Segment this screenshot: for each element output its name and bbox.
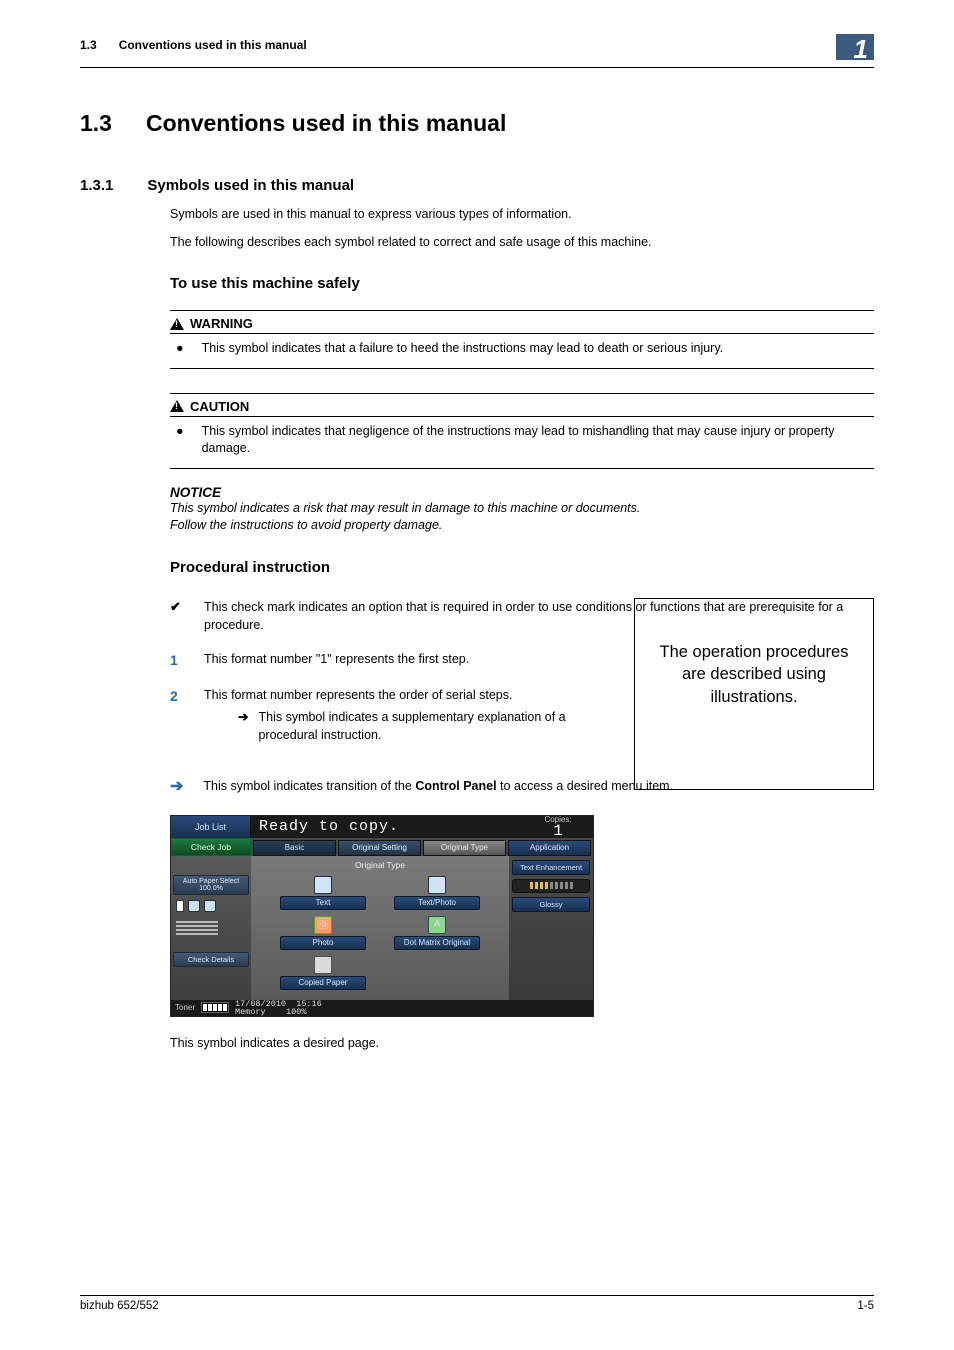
dot-matrix-type-icon: A xyxy=(428,916,446,934)
check-details-button[interactable]: Check Details xyxy=(173,952,249,967)
check-job-button[interactable]: Check Job xyxy=(171,838,251,856)
checkmark-icon: ✔ xyxy=(170,598,184,634)
thumbnail-lines-icon xyxy=(173,917,249,939)
heading-procedural: Procedural instruction xyxy=(170,559,874,576)
running-header-sec: 1.3 xyxy=(80,38,97,52)
running-header-title: Conventions used in this manual xyxy=(119,38,307,52)
subsection-number: 1.3.1 xyxy=(80,177,113,194)
subsection-title: Symbols used in this manual xyxy=(147,177,354,194)
text-type-icon: ≡ xyxy=(314,876,332,894)
section-number: 1.3 xyxy=(80,110,112,137)
sub-arrow-icon: ➔ xyxy=(238,708,248,744)
text-photo-type-icon: ▤ xyxy=(428,876,446,894)
warning-label: WARNING xyxy=(190,316,253,331)
heading-safe-use: To use this machine safely xyxy=(170,275,874,292)
panel-memory-label: Memory xyxy=(235,1007,266,1017)
tab-application[interactable]: Application xyxy=(508,840,591,856)
step-1-text: This format number "1" represents the fi… xyxy=(204,650,469,670)
callout-box: The operation procedures are described u… xyxy=(634,598,874,790)
caution-box: CAUTION ● This symbol indicates that neg… xyxy=(170,393,874,469)
tab-original-setting[interactable]: Original Setting xyxy=(338,840,421,856)
footer-model: bizhub 652/552 xyxy=(80,1300,159,1312)
caution-icon xyxy=(170,400,184,412)
warning-icon xyxy=(170,318,184,330)
status-ready: Ready to copy. xyxy=(251,816,523,838)
toner-gauge-icon xyxy=(201,1002,229,1013)
section-title: Conventions used in this manual xyxy=(146,110,506,137)
bullet-icon: ● xyxy=(176,423,184,458)
warning-box: WARNING ● This symbol indicates that a f… xyxy=(170,310,874,369)
copied-paper-type-icon: ❏ xyxy=(314,956,332,974)
bullet-icon: ● xyxy=(176,340,184,358)
dot-matrix-button[interactable]: Dot Matrix Original xyxy=(394,936,480,950)
text-enhancement-button[interactable]: Text Enhancement xyxy=(512,860,590,875)
tab-basic[interactable]: Basic xyxy=(253,840,336,856)
chapter-tab: 1 xyxy=(836,34,874,60)
callout-text: The operation procedures are described u… xyxy=(657,641,851,708)
job-list-button[interactable]: Job List xyxy=(171,816,251,838)
control-panel-screenshot: Job List Ready to copy. Copies: 1 Check … xyxy=(170,815,594,1017)
tab-original-type[interactable]: Original Type xyxy=(423,840,506,856)
notice-line-1: This symbol indicates a risk that may re… xyxy=(170,500,874,518)
warning-text: This symbol indicates that a failure to … xyxy=(202,340,724,358)
toner-label: Toner xyxy=(175,1003,195,1012)
caution-text: This symbol indicates that negligence of… xyxy=(202,423,874,458)
original-type-header: Original Type xyxy=(355,858,405,876)
enhancement-slider[interactable] xyxy=(512,879,590,893)
notice-line-2: Follow the instructions to avoid propert… xyxy=(170,517,874,535)
intro-para-1: Symbols are used in this manual to expre… xyxy=(170,206,874,224)
step-2-text: This format number represents the order … xyxy=(204,686,584,704)
notice-label: NOTICE xyxy=(170,485,874,500)
photo-type-icon: 🖼 xyxy=(314,916,332,934)
text-button[interactable]: Text xyxy=(280,896,366,910)
auto-paper-select-button[interactable]: Auto Paper Select 100.0% xyxy=(173,875,249,895)
footer-page: 1-5 xyxy=(857,1300,874,1312)
transition-arrow-icon: ➔ xyxy=(170,776,183,798)
step-1-number: 1 xyxy=(170,650,184,670)
copies-value: 1 xyxy=(553,824,563,838)
step-2-subtext: This symbol indicates a supplementary ex… xyxy=(258,708,584,744)
glossy-button[interactable]: Glossy xyxy=(512,897,590,912)
text-photo-button[interactable]: Text/Photo xyxy=(394,896,480,910)
preview-icon xyxy=(204,900,216,912)
intro-para-2: The following describes each symbol rela… xyxy=(170,234,874,252)
preview-icon xyxy=(188,900,200,912)
desired-page-text: This symbol indicates a desired page. xyxy=(170,1035,874,1053)
caution-label: CAUTION xyxy=(190,399,249,414)
doc-icon xyxy=(176,900,184,912)
transition-text: This symbol indicates transition of the … xyxy=(203,778,673,796)
step-2-number: 2 xyxy=(170,686,184,744)
photo-button[interactable]: Photo xyxy=(280,936,366,950)
panel-memory: 100% xyxy=(286,1007,306,1017)
copied-paper-button[interactable]: Copied Paper xyxy=(280,976,366,990)
